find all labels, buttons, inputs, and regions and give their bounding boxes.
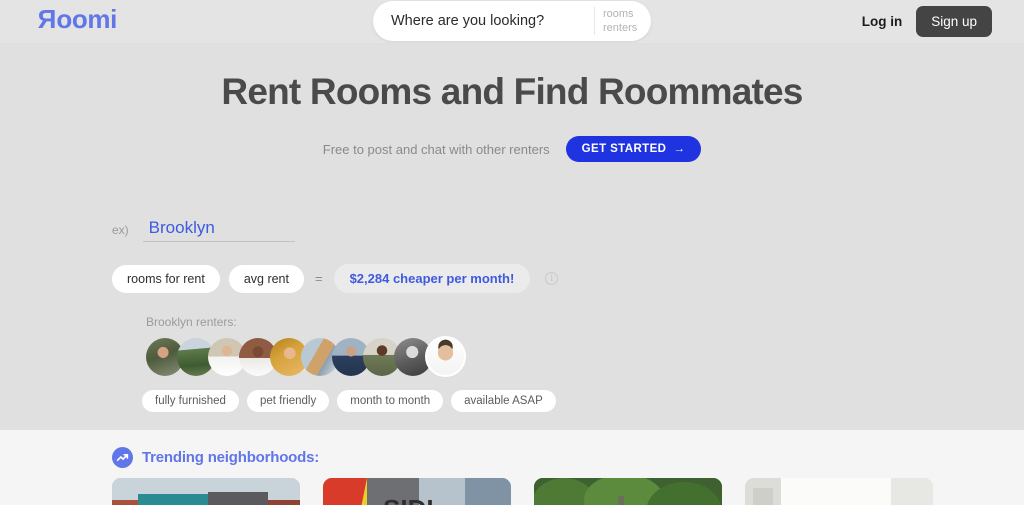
get-started-label: GET STARTED xyxy=(581,143,667,155)
roomi-logo[interactable]: Roomi xyxy=(38,4,117,34)
equals-sign: = xyxy=(314,271,323,286)
trending-title: Trending neighborhoods: xyxy=(142,449,320,466)
tag-fully-furnished[interactable]: fully furnished xyxy=(142,390,239,412)
svg-text:SIDI: SIDI xyxy=(383,494,434,505)
savings-result: $2,284 cheaper per month! xyxy=(333,264,531,293)
logo-text: oomi xyxy=(56,4,117,34)
search-mode-toggle[interactable]: rooms renters xyxy=(595,8,651,35)
hero-section: Rent Rooms and Find Roommates Free to po… xyxy=(0,43,1024,430)
card-3-image xyxy=(534,478,722,505)
tag-available-asap[interactable]: available ASAP xyxy=(451,390,556,412)
filter-tag-row: fully furnished pet friendly month to mo… xyxy=(142,390,562,412)
site-header: Roomi Where are you looking? rooms rente… xyxy=(0,0,1024,43)
tag-pet-friendly[interactable]: pet friendly xyxy=(246,390,330,412)
login-link[interactable]: Log in xyxy=(862,14,903,29)
neighborhood-card-row: SIDI xyxy=(112,478,933,505)
neighborhood-card-4[interactable] xyxy=(745,478,933,505)
trending-up-icon xyxy=(112,447,133,468)
tag-month-to-month[interactable]: month to month xyxy=(337,390,444,412)
page-title: Rent Rooms and Find Roommates xyxy=(221,71,803,112)
header-actions: Log in Sign up xyxy=(862,0,992,43)
trending-header: Trending neighborhoods: xyxy=(0,430,1024,468)
neighborhood-card-2[interactable]: SIDI xyxy=(323,478,511,505)
trending-section: Trending neighborhoods: SIDI xyxy=(0,430,1024,505)
chip-rooms-for-rent[interactable]: rooms for rent xyxy=(112,264,220,293)
rent-comparison-widget: ex) rooms for rent avg rent = $2,284 che… xyxy=(112,218,562,412)
search-toggle-rooms[interactable]: rooms xyxy=(603,8,651,21)
chip-avg-rent[interactable]: avg rent xyxy=(228,264,304,293)
renter-avatar-10[interactable] xyxy=(425,336,466,377)
city-input[interactable] xyxy=(142,218,295,242)
city-input-row: ex) xyxy=(112,218,562,242)
search-bar[interactable]: Where are you looking? rooms renters xyxy=(373,1,651,41)
comparison-chip-row: rooms for rent avg rent = $2,284 cheaper… xyxy=(112,264,562,293)
hero-subtitle: Free to post and chat with other renters xyxy=(322,141,550,157)
get-started-button[interactable]: GET STARTED → xyxy=(565,136,702,162)
renters-label: Brooklyn renters: xyxy=(146,315,237,329)
hero-subtitle-row: Free to post and chat with other renters… xyxy=(0,136,1024,162)
search-input[interactable]: Where are you looking? xyxy=(391,13,594,29)
signup-button[interactable]: Sign up xyxy=(916,6,992,37)
info-icon[interactable]: i xyxy=(545,272,559,285)
card-1-image xyxy=(112,478,300,505)
card-2-image: SIDI xyxy=(323,478,511,505)
search-toggle-renters[interactable]: renters xyxy=(603,22,651,35)
card-4-image xyxy=(745,478,933,505)
neighborhood-card-1[interactable] xyxy=(112,478,300,505)
example-label: ex) xyxy=(112,223,129,237)
logo-r-glyph: R xyxy=(38,4,57,34)
neighborhood-card-3[interactable] xyxy=(534,478,722,505)
arrow-right-icon: → xyxy=(673,143,686,155)
renter-avatar-row xyxy=(146,336,562,377)
